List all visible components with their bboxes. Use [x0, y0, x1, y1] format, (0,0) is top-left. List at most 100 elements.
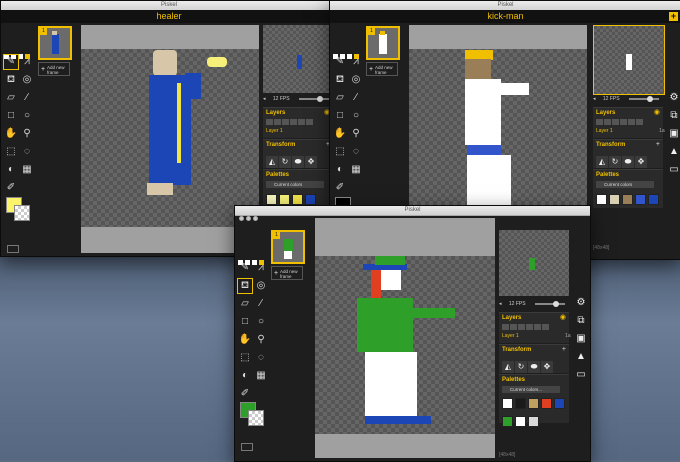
image-export-icon[interactable]: ▲: [667, 145, 680, 159]
center-icon[interactable]: ✥: [541, 361, 553, 373]
layer-delete-button[interactable]: [542, 324, 549, 330]
dithering-icon[interactable]: ▦: [20, 163, 34, 177]
fps-slider-knob[interactable]: [553, 301, 559, 307]
move-icon[interactable]: ✋: [238, 333, 252, 347]
layer-add-button[interactable]: [596, 119, 603, 125]
layer-up-button[interactable]: [274, 119, 281, 125]
rectangle-icon[interactable]: □: [238, 315, 252, 329]
titlebar[interactable]: Piskel: [235, 206, 590, 221]
clone-icon[interactable]: ⬬: [292, 156, 304, 168]
shape-select-icon[interactable]: ⚲: [20, 127, 34, 141]
rotate-icon[interactable]: ↻: [515, 361, 527, 373]
new-piskel-button[interactable]: +: [669, 12, 678, 21]
layer-merge-button[interactable]: [298, 119, 305, 125]
animation-preview[interactable]: [263, 25, 333, 93]
fps-control[interactable]: ◂ 12 FPS: [593, 95, 663, 103]
swatch[interactable]: [279, 194, 290, 205]
circle-icon[interactable]: ○: [349, 109, 363, 123]
add-frame-button[interactable]: + Add new frame: [366, 62, 398, 76]
frame-thumbnail[interactable]: 1: [271, 230, 305, 264]
animation-preview[interactable]: [499, 230, 569, 296]
drawing-canvas[interactable]: [315, 256, 495, 434]
swatch[interactable]: [528, 398, 539, 409]
layer-item[interactable]: Layer 1 1a: [596, 128, 665, 134]
fps-slider-knob[interactable]: [317, 96, 323, 102]
layer-add-button[interactable]: [502, 324, 509, 330]
pen-icon[interactable]: ✎: [238, 261, 252, 275]
folder-icon[interactable]: ▭: [574, 368, 588, 382]
lasso-select-icon[interactable]: ◌: [20, 145, 34, 159]
swatch[interactable]: [528, 416, 539, 427]
move-icon[interactable]: ✋: [333, 127, 347, 141]
paint-bucket-icon[interactable]: ⛾: [4, 73, 18, 87]
add-frame-button[interactable]: + Add new frame: [271, 266, 303, 280]
layer-up-button[interactable]: [510, 324, 517, 330]
pen-icon[interactable]: ✎: [3, 54, 19, 70]
save-icon[interactable]: ▣: [574, 332, 588, 346]
swatch[interactable]: [609, 194, 620, 205]
vertical-mirror-pen-icon[interactable]: ⩘: [20, 55, 34, 69]
drawing-canvas[interactable]: [81, 49, 259, 227]
secondary-color[interactable]: [14, 205, 30, 221]
keyboard-shortcuts-icon[interactable]: [241, 443, 253, 451]
transform-add-icon[interactable]: +: [656, 141, 660, 149]
resize-icon[interactable]: ⧉: [574, 314, 588, 328]
close-button[interactable]: [239, 216, 244, 221]
vertical-mirror-pen-icon[interactable]: ⩘: [349, 55, 363, 69]
gear-icon[interactable]: ⚙: [667, 91, 680, 105]
swatch[interactable]: [305, 194, 316, 205]
gear-icon[interactable]: ⚙: [574, 296, 588, 310]
layer-merge-button[interactable]: [534, 324, 541, 330]
swatch[interactable]: [502, 398, 513, 409]
clone-icon[interactable]: ⬬: [528, 361, 540, 373]
clone-icon[interactable]: ⬬: [622, 156, 634, 168]
eraser-icon[interactable]: ▱: [333, 91, 347, 105]
animation-preview[interactable]: [593, 25, 665, 95]
layer-visibility-icon[interactable]: ◉: [654, 109, 660, 117]
window-third[interactable]: Piskel ✎ ⩘ ⛾ ◎ ▱ ∕ □ ○ ✋ ⚲ ⬚ ◌ ◐ ▦ ✐ 1 +…: [234, 205, 591, 462]
swatch[interactable]: [622, 194, 633, 205]
color-picker-icon[interactable]: ✐: [333, 181, 347, 195]
swatch[interactable]: [648, 194, 659, 205]
stroke-icon[interactable]: ∕: [20, 91, 34, 105]
layer-down-button[interactable]: [612, 119, 619, 125]
add-frame-button[interactable]: + Add new frame: [38, 62, 70, 76]
vertical-mirror-pen-icon[interactable]: ⩘: [254, 261, 268, 275]
palette-select[interactable]: Current colors: [266, 181, 324, 188]
layer-delete-button[interactable]: [636, 119, 643, 125]
layer-edit-button[interactable]: [290, 119, 297, 125]
rotate-icon[interactable]: ↻: [609, 156, 621, 168]
lighten-icon[interactable]: ◐: [238, 369, 252, 383]
circle-icon[interactable]: ○: [20, 109, 34, 123]
lasso-select-icon[interactable]: ◌: [254, 351, 268, 365]
palette-select[interactable]: Current colors...: [502, 386, 560, 393]
shape-select-icon[interactable]: ⚲: [349, 127, 363, 141]
layer-up-button[interactable]: [604, 119, 611, 125]
dithering-icon[interactable]: ▦: [254, 369, 268, 383]
flip-icon[interactable]: ◭: [266, 156, 278, 168]
image-export-icon[interactable]: ▲: [574, 350, 588, 364]
fps-control[interactable]: ◂ 12 FPS: [263, 95, 333, 103]
swatch[interactable]: [266, 194, 277, 205]
piskel-name[interactable]: kick-man: [330, 10, 680, 23]
layer-down-button[interactable]: [282, 119, 289, 125]
resize-icon[interactable]: ⧉: [667, 109, 680, 123]
drawing-canvas[interactable]: [409, 49, 587, 227]
swatch[interactable]: [502, 416, 513, 427]
pen-size-selector[interactable]: [238, 252, 266, 265]
keyboard-shortcuts-icon[interactable]: [7, 245, 19, 253]
stroke-icon[interactable]: ∕: [254, 297, 268, 311]
lasso-select-icon[interactable]: ◌: [349, 145, 363, 159]
center-icon[interactable]: ✥: [635, 156, 647, 168]
flip-icon[interactable]: ◭: [596, 156, 608, 168]
frame-thumbnail[interactable]: 1: [366, 26, 400, 60]
layer-edit-button[interactable]: [620, 119, 627, 125]
fps-slider[interactable]: [629, 96, 659, 102]
transform-add-icon[interactable]: +: [562, 346, 566, 354]
rect-select-icon[interactable]: ⬚: [238, 351, 252, 365]
magic-bucket-icon[interactable]: ◎: [349, 73, 363, 87]
stroke-icon[interactable]: ∕: [349, 91, 363, 105]
pen-icon[interactable]: ✎: [333, 55, 347, 69]
fps-slider[interactable]: [299, 96, 329, 102]
circle-icon[interactable]: ○: [254, 315, 268, 329]
